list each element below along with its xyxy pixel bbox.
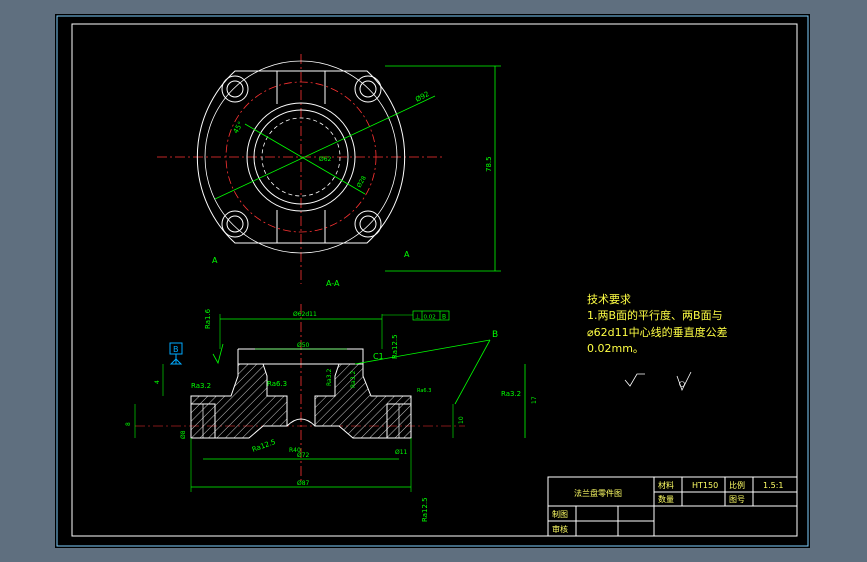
- dim-left-small: 8: [125, 422, 132, 426]
- dim-step: 4: [154, 380, 161, 384]
- roughness-symbol-2: [676, 371, 692, 392]
- outer-frame: [56, 15, 809, 547]
- center-text: Ø62: [319, 156, 332, 163]
- checked-label: 审核: [552, 524, 568, 534]
- notes-heading: 技术要求: [587, 293, 631, 306]
- ra-left: Ra3.2: [191, 382, 211, 390]
- ra-right: Ra3.2: [350, 371, 357, 388]
- technical-notes: 技术要求 1.两B面的平行度、两B面与 ⌀62d11中心线的垂直度公差 0.02…: [587, 293, 728, 392]
- section-view: Ø62d11 Ø50 Ø72 Ø87 17 10 8 4 Ø8 Ø11 R40 …: [125, 304, 538, 522]
- ra-inner: Ra6.3: [267, 380, 287, 388]
- cut-label-right: A: [404, 250, 410, 259]
- drawing-no-label: 图号: [729, 495, 745, 504]
- ra-inner2: Ra3.2: [326, 369, 333, 386]
- datum-label: B: [173, 345, 179, 354]
- dim-bottom-outer: Ø87: [297, 480, 310, 487]
- drawn-label: 制图: [552, 509, 568, 519]
- title-block: 法兰盘零件图 材料 HT150 比例 1.5:1 数量 图号 制图 审核: [547, 476, 798, 537]
- dim-top-width: Ø62d11: [293, 311, 317, 318]
- part-name: 法兰盘零件图: [574, 488, 622, 498]
- notes-line1: 1.两B面的平行度、两B面与: [587, 308, 723, 322]
- notes-line2: ⌀62d11中心线的垂直度公差: [587, 325, 728, 339]
- ra-side: Ra3.2: [501, 390, 521, 398]
- drawing-sheet: 78.5 Ø92 45° Ø28 Ø62 A A A-A Ø62d11 Ø50 …: [55, 14, 810, 548]
- inner-frame: [71, 23, 798, 537]
- ra-top: Ra1.6: [204, 308, 212, 329]
- face-label: B: [492, 330, 498, 340]
- ra-bottom-right: Ra12.5: [421, 497, 429, 522]
- roughness-symbol: [624, 373, 645, 387]
- dim-r: R40: [289, 447, 301, 454]
- dim-hole: Ø8: [180, 430, 187, 439]
- svg-text:B: B: [442, 314, 446, 321]
- svg-text:⊥: ⊥: [415, 314, 420, 321]
- top-view: 78.5 Ø92 45° Ø28 Ø62 A A A-A: [157, 54, 501, 288]
- scale-label: 比例: [729, 480, 745, 490]
- scale-value: 1.5:1: [763, 481, 784, 490]
- flange-drawing: 78.5 Ø92 45° Ø28 Ø62 A A A-A Ø62d11 Ø50 …: [56, 15, 809, 547]
- ra-small: Ra6.3: [417, 388, 431, 394]
- notes-line3: 0.02mm。: [587, 342, 644, 355]
- dim-bore: Ø28: [356, 175, 368, 189]
- dim-slot: Ø11: [395, 449, 408, 456]
- ra-bottom-left: Ra12.5: [251, 438, 277, 454]
- material-label: 材料: [658, 480, 674, 490]
- quantity-label: 数量: [658, 494, 674, 504]
- svg-text:0.02: 0.02: [424, 315, 436, 321]
- cad-viewport: 78.5 Ø92 45° Ø28 Ø62 A A A-A Ø62d11 Ø50 …: [0, 0, 867, 562]
- tolerance-frame: ⊥ 0.02 B: [382, 310, 450, 321]
- cut-label-left: A: [212, 256, 218, 265]
- section-label: A-A: [326, 279, 340, 288]
- material-value: HT150: [692, 481, 718, 490]
- dim-height-section: 17: [531, 396, 538, 404]
- section-left: [190, 363, 288, 439]
- ra-right-top: Ra12.5: [391, 334, 399, 359]
- dim-inner: Ø50: [297, 342, 310, 349]
- dim-height-top: 78.5: [485, 156, 493, 172]
- dim-right-mid: 10: [458, 416, 465, 424]
- dim-angle: 45°: [232, 120, 245, 135]
